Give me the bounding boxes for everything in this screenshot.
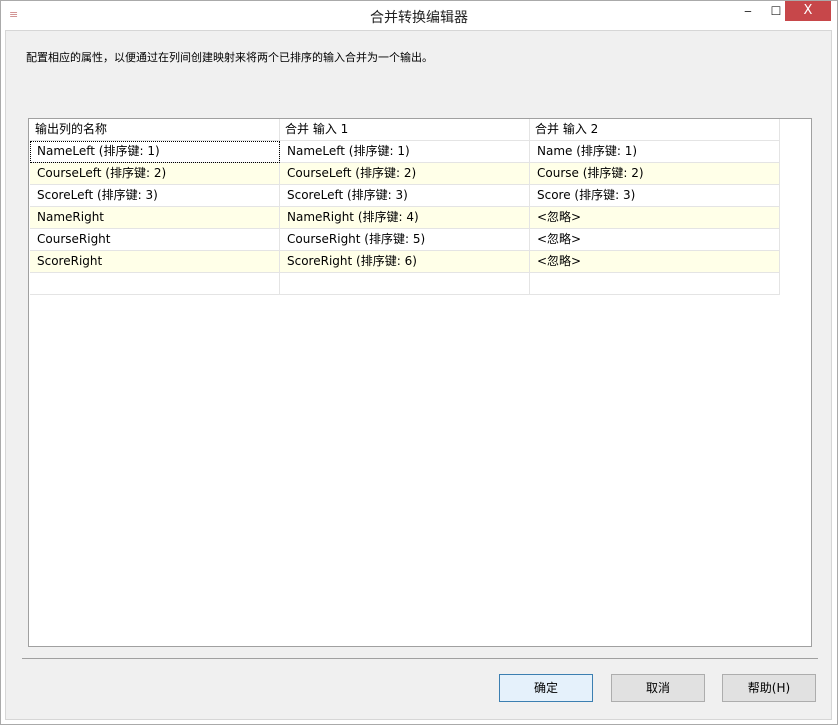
- maximize-button[interactable]: ☐: [765, 1, 787, 21]
- mapping-grid: 输出列的名称 合并 输入 1 合并 输入 2 NameLeft (排序键: 1)…: [28, 118, 812, 647]
- input-1-cell[interactable]: CourseLeft (排序键: 2): [280, 163, 530, 185]
- input-1-cell[interactable]: NameRight (排序键: 4): [280, 207, 530, 229]
- table-row[interactable]: [30, 273, 780, 295]
- minimize-button[interactable]: ‒: [737, 1, 759, 21]
- input-1-cell[interactable]: CourseRight (排序键: 5): [280, 229, 530, 251]
- input-2-cell[interactable]: <忽略>: [530, 207, 780, 229]
- input-2-cell[interactable]: [530, 273, 780, 295]
- input-2-cell[interactable]: <忽略>: [530, 229, 780, 251]
- input-1-cell[interactable]: NameLeft (排序键: 1): [280, 141, 530, 163]
- grid-header: 输出列的名称 合并 输入 1 合并 输入 2: [30, 119, 780, 141]
- table-row[interactable]: ScoreRight ScoreRight (排序键: 6) <忽略>: [30, 251, 780, 273]
- title-bar: ≡ 合并转换编辑器 ‒ ☐ X: [1, 1, 837, 31]
- table-row[interactable]: NameLeft (排序键: 1) NameLeft (排序键: 1) Name (…: [30, 141, 780, 163]
- help-button[interactable]: 帮助(H): [722, 674, 816, 702]
- separator: [22, 658, 818, 659]
- input-1-cell[interactable]: ScoreLeft (排序键: 3): [280, 185, 530, 207]
- output-column-cell[interactable]: NameRight: [30, 207, 280, 229]
- header-input-1[interactable]: 合并 输入 1: [280, 119, 530, 141]
- table-row[interactable]: CourseRight CourseRight (排序键: 5) <忽略>: [30, 229, 780, 251]
- description-text: 配置相应的属性，以便通过在列间创建映射来将两个已排序的输入合并为一个输出。: [26, 51, 433, 64]
- input-1-cell[interactable]: [280, 273, 530, 295]
- ok-button[interactable]: 确定: [499, 674, 593, 702]
- table-row[interactable]: ScoreLeft (排序键: 3) ScoreLeft (排序键: 3) Scor…: [30, 185, 780, 207]
- input-2-cell[interactable]: <忽略>: [530, 251, 780, 273]
- input-2-cell[interactable]: Score (排序键: 3): [530, 185, 780, 207]
- input-2-cell[interactable]: Course (排序键: 2): [530, 163, 780, 185]
- output-column-cell[interactable]: NameLeft (排序键: 1): [30, 141, 280, 163]
- output-column-cell[interactable]: ScoreLeft (排序键: 3): [30, 185, 280, 207]
- input-1-cell[interactable]: ScoreRight (排序键: 6): [280, 251, 530, 273]
- cancel-button[interactable]: 取消: [611, 674, 705, 702]
- close-button[interactable]: X: [785, 1, 831, 21]
- header-input-2[interactable]: 合并 输入 2: [530, 119, 780, 141]
- window-title: 合并转换编辑器: [370, 10, 468, 26]
- header-output-column[interactable]: 输出列的名称: [30, 119, 280, 141]
- output-column-cell[interactable]: CourseRight: [30, 229, 280, 251]
- output-column-cell[interactable]: CourseLeft (排序键: 2): [30, 163, 280, 185]
- table-row[interactable]: NameRight NameRight (排序键: 4) <忽略>: [30, 207, 780, 229]
- table-row[interactable]: CourseLeft (排序键: 2) CourseLeft (排序键: 2) Co…: [30, 163, 780, 185]
- output-column-cell[interactable]: [30, 273, 280, 295]
- output-column-cell[interactable]: ScoreRight: [30, 251, 280, 273]
- input-2-cell[interactable]: Name (排序键: 1): [530, 141, 780, 163]
